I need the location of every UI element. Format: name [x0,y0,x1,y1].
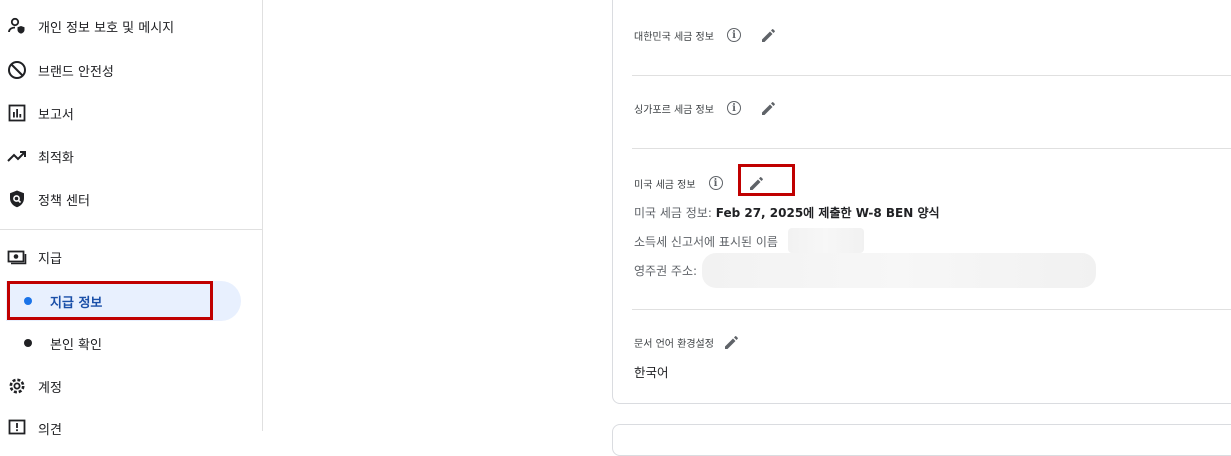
payments-icon [6,246,28,268]
next-card [612,424,1231,456]
sidebar-item-account[interactable]: 계정 [0,366,62,406]
doc-language-value: 한국어 [634,365,669,380]
us-tax-section: 미국 세금 정보 i [634,174,767,192]
pencil-icon [749,177,763,190]
tax-name-row: 소득세 신고서에 표시된 이름 [634,233,778,250]
sidebar-item-brand-safety[interactable]: 브랜드 안전성 [0,50,114,90]
singapore-tax-section: 싱가포르 세금 정보 i [634,99,779,117]
sidebar-item-payments[interactable]: 지급 [0,237,62,277]
singapore-tax-label: 싱가포르 세금 정보 [634,104,714,116]
residence-address-label: 영주권 주소: [634,264,698,278]
section-divider [632,148,1231,149]
sidebar-item-label: 지급 [38,251,62,267]
sidebar-item-label: 정책 센터 [38,193,90,209]
sidebar-item-label: 본인 확인 [50,337,102,353]
us-tax-info-value: Feb 27, 2025에 제출한 W-8 BEN 양식 [715,206,940,220]
pencil-icon [761,102,775,115]
edit-singapore-tax-button[interactable] [759,98,779,118]
tax-name-label: 소득세 신고서에 표시된 이름 [634,235,778,249]
us-tax-info-prefix: 미국 세금 정보: [634,206,716,220]
gear-icon [6,375,28,397]
sidebar-item-feedback[interactable]: 의견 [0,408,62,448]
edit-korea-tax-button[interactable] [759,25,779,45]
trending-up-icon [6,145,28,167]
sidebar-item-label: 지급 정보 [50,295,103,311]
doc-language-label: 문서 언어 환경설정 [634,338,714,350]
block-icon [6,59,28,81]
bar-chart-icon [6,102,28,124]
sidebar-item-reports[interactable]: 보고서 [0,93,74,133]
bullet-dot [24,339,32,347]
us-tax-info-row: 미국 세금 정보: Feb 27, 2025에 제출한 W-8 BEN 양식 [634,204,940,221]
edit-us-tax-button[interactable] [747,173,767,193]
pencil-icon [724,336,738,349]
redacted-name [788,228,864,253]
edit-doc-language-button[interactable] [722,332,742,352]
sidebar-item-privacy[interactable]: 개인 정보 보호 및 메시지 [0,6,174,46]
info-icon[interactable]: i [726,28,741,42]
sidebar-item-label: 보고서 [38,107,74,123]
policy-shield-icon [6,188,28,210]
sidebar-item-identity-verification[interactable]: 본인 확인 [0,323,262,363]
pencil-icon [761,29,775,42]
sidebar-item-label: 최적화 [38,150,74,166]
person-shield-icon [6,15,28,37]
doc-language-section: 문서 언어 환경설정 [634,333,742,351]
info-icon[interactable]: i [726,101,741,115]
sidebar-divider [0,229,262,230]
sidebar-item-label: 계정 [38,380,62,396]
info-icon[interactable]: i [708,176,723,190]
sidebar-item-policy-center[interactable]: 정책 센터 [0,179,90,219]
section-divider [632,75,1231,76]
korea-tax-section: 대한민국 세금 정보 i [634,26,779,44]
sidebar-item-label: 브랜드 안전성 [38,64,114,80]
bullet-dot [24,297,32,305]
sidebar-item-optimization[interactable]: 최적화 [0,136,74,176]
residence-address-row: 영주권 주소: [634,262,697,279]
sidebar-item-payment-info[interactable]: 지급 정보 [6,281,241,321]
redacted-address [702,253,1096,288]
sidebar: 개인 정보 보호 및 메시지 브랜드 안전성 보고서 최적화 정책 센터 지급 [0,0,263,438]
feedback-icon [6,417,28,439]
sidebar-item-label: 의견 [38,422,62,438]
us-tax-label: 미국 세금 정보 [634,179,696,191]
section-divider [632,309,1231,310]
korea-tax-label: 대한민국 세금 정보 [634,31,714,43]
sidebar-item-label: 개인 정보 보호 및 메시지 [38,20,175,36]
